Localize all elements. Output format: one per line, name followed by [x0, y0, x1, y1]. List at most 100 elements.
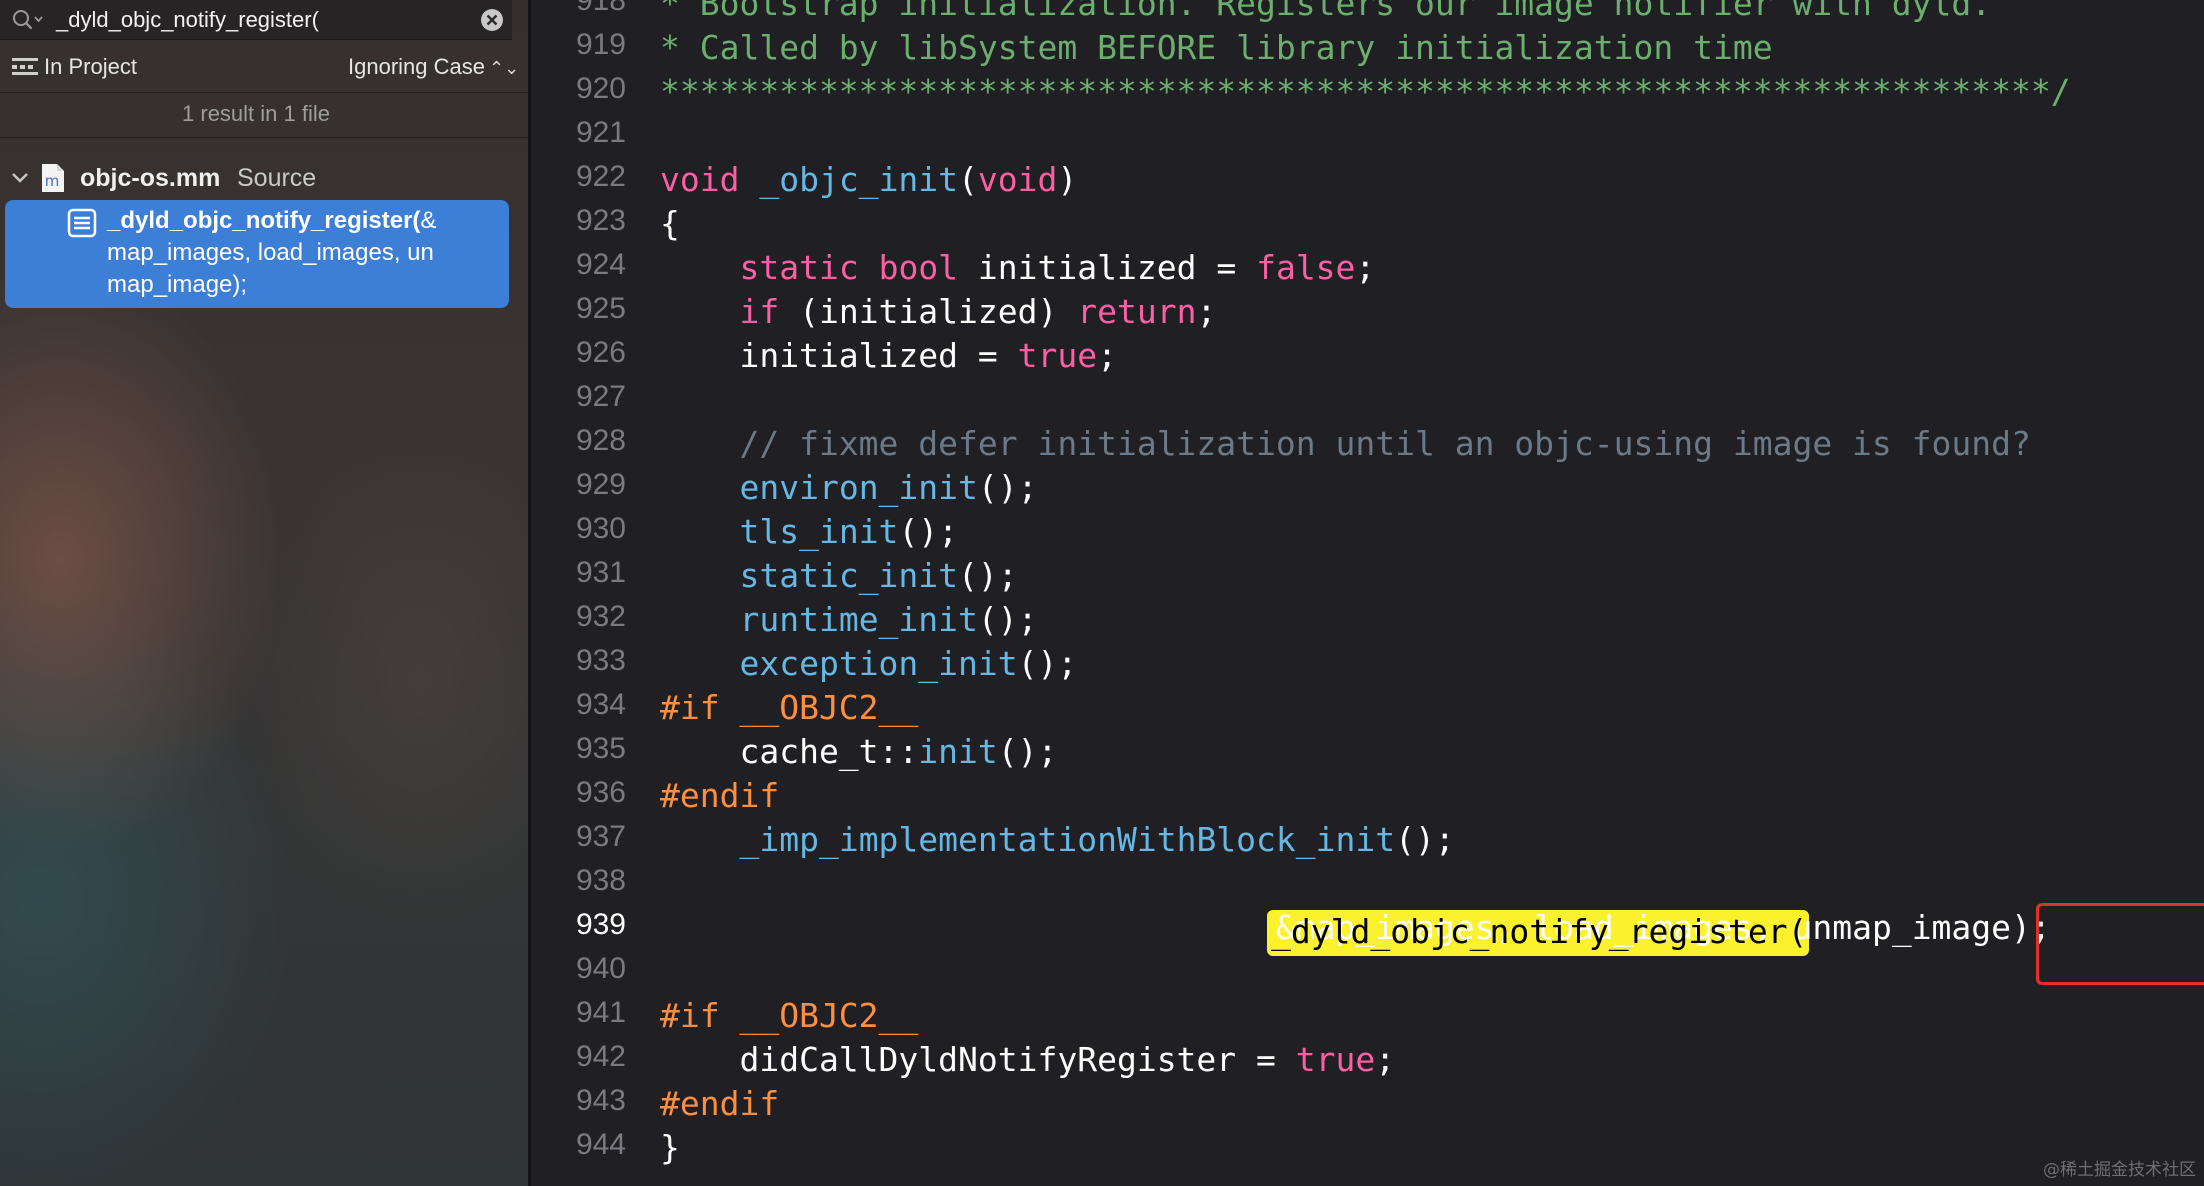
- code-text[interactable]: * Bootstrap initialization. Registers ou…: [660, 0, 1991, 23]
- code-line: 919 * Called by libSystem BEFORE library …: [531, 28, 2204, 72]
- code-line: 937 _imp_implementationWithBlock_init();: [531, 820, 2204, 864]
- code-text[interactable]: static_init();: [660, 556, 1017, 595]
- code-line: 941 #if __OBJC2__: [531, 996, 2204, 1040]
- line-number[interactable]: 923: [531, 204, 626, 238]
- code-line: 942 didCallDyldNotifyRegister = true;: [531, 1040, 2204, 1084]
- find-match-text: _dyld_objc_notify_register(: [1271, 912, 1808, 951]
- line-number[interactable]: 929: [531, 468, 626, 502]
- code-line: 932 runtime_init();: [531, 600, 2204, 644]
- code-text[interactable]: cache_t::init();: [660, 732, 1057, 771]
- code-text[interactable]: void _objc_init(void): [660, 160, 1077, 199]
- search-bar: _dyld_objc_notify_register(: [0, 0, 512, 40]
- code-line: 931 static_init();: [531, 556, 2204, 600]
- line-number[interactable]: 927: [531, 380, 626, 414]
- line-number[interactable]: 922: [531, 160, 626, 194]
- code-line: 926 initialized = true;: [531, 336, 2204, 380]
- line-number[interactable]: 933: [531, 644, 626, 678]
- code-text[interactable]: }: [660, 1128, 680, 1167]
- line-number[interactable]: 941: [531, 996, 626, 1030]
- code-text[interactable]: initialized = true;: [660, 336, 1117, 375]
- code-text[interactable]: #endif: [660, 1084, 779, 1123]
- code-line: 925 if (initialized) return;: [531, 292, 2204, 336]
- text-match-icon: [67, 208, 97, 238]
- watermark: @稀土掘金技术社区: [2043, 1160, 2196, 1180]
- search-icon[interactable]: [10, 7, 44, 33]
- code-line: 921: [531, 116, 2204, 160]
- code-text[interactable]: * Called by libSystem BEFORE library ini…: [660, 28, 1773, 67]
- line-number[interactable]: 925: [531, 292, 626, 326]
- code-text[interactable]: #if __OBJC2__: [660, 996, 918, 1035]
- code-line: 930 tls_init();: [531, 512, 2204, 556]
- file-type-letter: m: [45, 172, 60, 190]
- code-line: 934 #if __OBJC2__: [531, 688, 2204, 732]
- objc-source-file-icon: m: [40, 163, 66, 193]
- code-line: 933 exception_init();: [531, 644, 2204, 688]
- result-match: _dyld_objc_notify_register(: [107, 207, 421, 234]
- divider: [0, 137, 528, 138]
- case-sensitivity-selector[interactable]: Ignoring Case ⌃⌄: [348, 52, 519, 83]
- code-text[interactable]: static bool initialized = false;: [660, 248, 1375, 287]
- line-number[interactable]: 940: [531, 952, 626, 986]
- chevron-down-icon[interactable]: [10, 169, 30, 187]
- result-file-row[interactable]: m objc-os.mm Source: [0, 160, 528, 196]
- file-kind: Source: [237, 164, 317, 192]
- code-text[interactable]: #endif: [660, 776, 779, 815]
- line-number[interactable]: 932: [531, 600, 626, 634]
- line-number[interactable]: 920: [531, 72, 626, 106]
- search-result-text: _dyld_objc_notify_register(& map_images,…: [107, 205, 499, 301]
- line-number[interactable]: 926: [531, 336, 626, 370]
- xcode-window: _dyld_objc_notify_register( In Project I…: [0, 0, 2204, 1186]
- code-text[interactable]: // fixme defer initialization until an o…: [660, 424, 2030, 463]
- result-context: &: [420, 207, 437, 234]
- code-text[interactable]: _imp_implementationWithBlock_init();: [660, 820, 1454, 859]
- line-number[interactable]: 942: [531, 1040, 626, 1074]
- line-number[interactable]: 944: [531, 1128, 626, 1162]
- code-text[interactable]: environ_init();: [660, 468, 1037, 507]
- code-line: 920 *************************************…: [531, 72, 2204, 116]
- line-number[interactable]: 924: [531, 248, 626, 282]
- result-context: map_images, load_images, un: [107, 239, 434, 266]
- line-number[interactable]: 928: [531, 424, 626, 458]
- source-editor[interactable]: 918 * Bootstrap initialization. Registers…: [531, 0, 2204, 1186]
- code-line: 922 void _objc_init(void): [531, 160, 2204, 204]
- code-text[interactable]: tls_init();: [660, 512, 958, 551]
- code-text[interactable]: {: [660, 204, 680, 243]
- code-line: 924 static bool initialized = false;: [531, 248, 2204, 292]
- code-text[interactable]: didCallDyldNotifyRegister = true;: [660, 1040, 1395, 1079]
- line-number[interactable]: 939: [531, 908, 626, 942]
- code-line: 938: [531, 864, 2204, 908]
- code-line: 929 environ_init();: [531, 468, 2204, 512]
- chevron-updown-icon: ⌃⌄: [488, 58, 520, 78]
- code-text[interactable]: if (initialized) return;: [660, 292, 1216, 331]
- scope-selector[interactable]: In Project: [44, 52, 137, 82]
- clear-search-icon[interactable]: [480, 8, 504, 32]
- line-number[interactable]: 938: [531, 864, 626, 898]
- line-number[interactable]: 918: [531, 0, 626, 18]
- divider: [0, 92, 528, 93]
- code-line: 940: [531, 952, 2204, 996]
- code-text[interactable]: exception_init();: [660, 644, 1077, 683]
- line-number[interactable]: 935: [531, 732, 626, 766]
- code-line: 943 #endif: [531, 1084, 2204, 1128]
- code-line: 923 {: [531, 204, 2204, 248]
- line-number[interactable]: 931: [531, 556, 626, 590]
- code-text[interactable]: runtime_init();: [660, 600, 1037, 639]
- scope-icon: [12, 58, 38, 76]
- line-number[interactable]: 919: [531, 28, 626, 62]
- search-input[interactable]: _dyld_objc_notify_register(: [56, 4, 476, 36]
- file-name: objc-os.mm: [80, 164, 221, 192]
- result-context: map_image);: [107, 271, 248, 298]
- line-number[interactable]: 930: [531, 512, 626, 546]
- line-number[interactable]: 936: [531, 776, 626, 810]
- code-line: 935 cache_t::init();: [531, 732, 2204, 776]
- code-line: 927: [531, 380, 2204, 424]
- code-text[interactable]: #if __OBJC2__: [660, 688, 918, 727]
- line-number[interactable]: 921: [531, 116, 626, 150]
- line-number[interactable]: 934: [531, 688, 626, 722]
- code-text[interactable]: ****************************************…: [660, 72, 2071, 111]
- line-number[interactable]: 937: [531, 820, 626, 854]
- case-sensitivity-label: Ignoring Case: [348, 54, 485, 79]
- code-line: 918 * Bootstrap initialization. Registers…: [531, 0, 2204, 28]
- search-result-item[interactable]: _dyld_objc_notify_register(& map_images,…: [5, 200, 509, 308]
- line-number[interactable]: 943: [531, 1084, 626, 1118]
